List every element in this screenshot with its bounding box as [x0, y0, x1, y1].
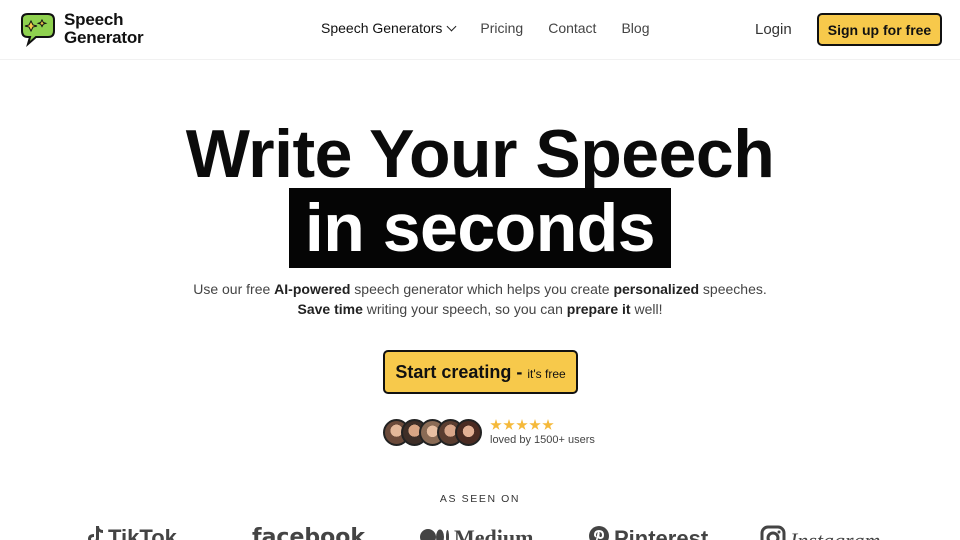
brand-logos: TikTok facebook Medium Pinterest Instagr… — [0, 520, 960, 540]
cta-main-label: Start creating - — [395, 361, 523, 382]
site-header: Speech Generator Speech Generators Prici… — [0, 0, 960, 60]
subtitle-text: writing your speech, so you can — [362, 301, 567, 317]
logo-line-1: Speech — [64, 10, 124, 29]
subtitle-bold: prepare it — [566, 301, 631, 317]
cta-small-label: it's free — [527, 366, 566, 381]
hero-title-highlight: in seconds — [289, 188, 671, 268]
tiktok-logo: TikTok — [86, 525, 177, 540]
rating: loved by 1500+ users — [490, 419, 595, 446]
instagram-logo: Instagram — [760, 525, 880, 540]
nav-pricing[interactable]: Pricing — [480, 20, 523, 36]
avatar — [455, 419, 482, 446]
medium-icon — [420, 525, 450, 540]
hero-title-line-2: in seconds — [304, 190, 656, 266]
hero-title-line-1: Write Your Speech — [185, 116, 775, 192]
subtitle-text: well! — [630, 301, 663, 317]
nav-blog[interactable]: Blog — [621, 20, 649, 36]
nav-speech-generators[interactable]: Speech Generators — [321, 20, 457, 36]
subtitle-text: speeches. — [699, 281, 767, 297]
pinterest-logo: Pinterest — [588, 525, 708, 540]
as-seen-on-label: AS SEEN ON — [439, 493, 521, 505]
pinterest-icon — [588, 525, 610, 540]
logo-line-2: Generator — [64, 28, 144, 47]
star-icon — [503, 419, 515, 430]
star-icon — [516, 419, 528, 430]
main-nav: Speech Generators Pricing Contact Blog — [321, 20, 649, 36]
subtitle-bold: Save time — [297, 301, 363, 317]
pinterest-wordmark: Pinterest — [614, 526, 709, 540]
subtitle-bold: personalized — [613, 281, 700, 297]
nav-contact[interactable]: Contact — [548, 20, 596, 36]
instagram-wordmark: Instagram — [790, 528, 880, 540]
star-rating — [490, 419, 595, 431]
login-link[interactable]: Login — [755, 21, 792, 38]
tiktok-wordmark: TikTok — [108, 525, 177, 540]
loved-by-text: loved by 1500+ users — [490, 434, 595, 446]
speech-bubble-logo-icon — [18, 11, 58, 47]
logo-text: Speech Generator — [64, 10, 144, 47]
star-icon — [490, 419, 502, 430]
medium-wordmark: Medium — [454, 525, 534, 540]
tiktok-icon — [86, 525, 104, 540]
user-avatars — [383, 419, 482, 446]
subtitle-bold: AI-powered — [274, 281, 351, 297]
hero-subtitle-line-1: Use our free AI-powered speech generator… — [0, 279, 960, 299]
chevron-down-icon — [446, 21, 457, 32]
instagram-icon — [760, 525, 786, 540]
subtitle-text: speech generator which helps you create — [350, 281, 614, 297]
signup-button[interactable]: Sign up for free — [817, 13, 942, 46]
star-icon — [529, 419, 541, 430]
star-icon — [542, 419, 554, 430]
subtitle-text: Use our free — [193, 281, 275, 297]
social-proof: loved by 1500+ users — [383, 419, 595, 446]
logo[interactable]: Speech Generator — [18, 10, 144, 47]
header-divider — [0, 59, 960, 60]
start-creating-button[interactable]: Start creating - it's free — [383, 350, 578, 394]
medium-logo: Medium — [420, 525, 533, 540]
hero-subtitle-line-2: Save time writing your speech, so you ca… — [0, 299, 960, 319]
nav-speech-generators-label: Speech Generators — [321, 20, 443, 36]
facebook-logo: facebook — [252, 525, 365, 540]
